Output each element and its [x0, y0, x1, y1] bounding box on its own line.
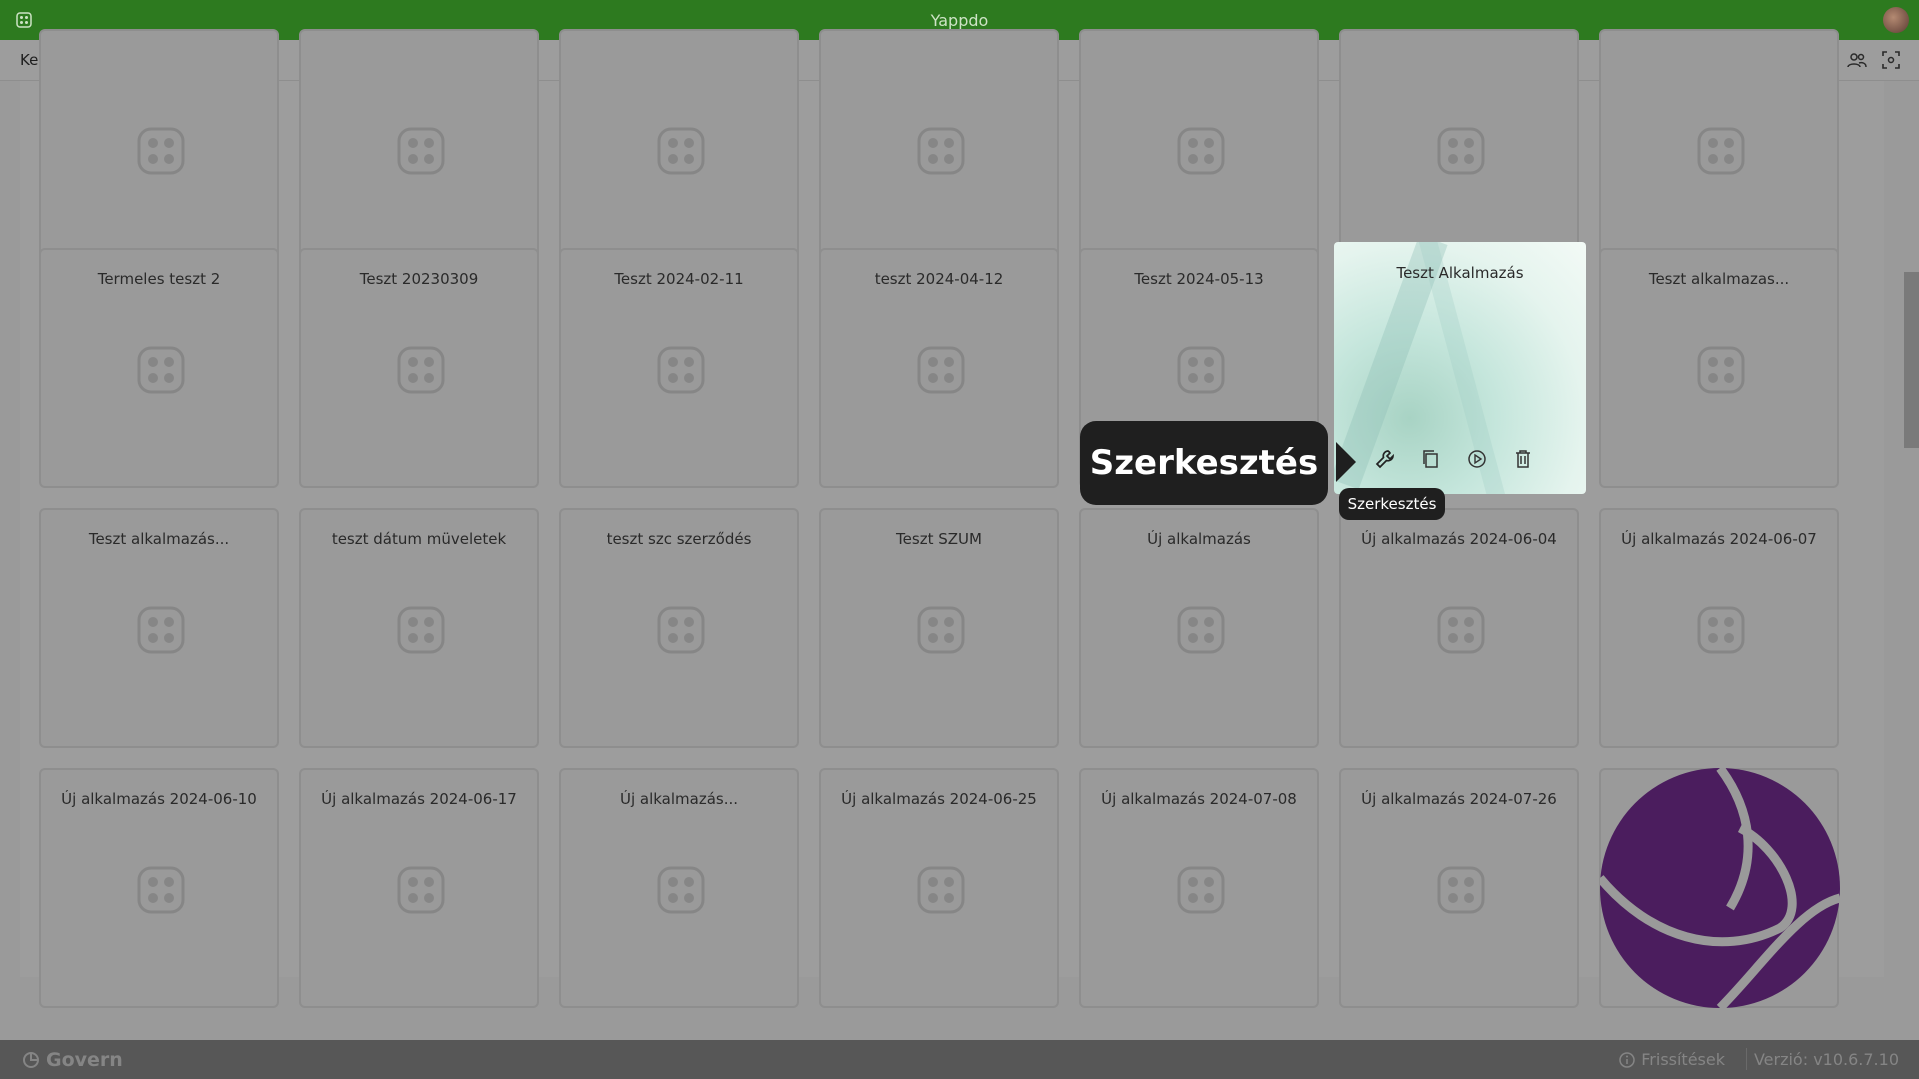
- app-tile-highlighted[interactable]: Teszt Alkalmazás: [1334, 242, 1586, 494]
- app-placeholder-icon: [657, 606, 705, 654]
- wrench-icon[interactable]: [1374, 448, 1396, 470]
- app-placeholder-icon: [397, 606, 445, 654]
- app-placeholder-icon: [1697, 127, 1745, 175]
- app-tile[interactable]: Új alkalmazás 2024-06-04: [1339, 508, 1579, 748]
- app-placeholder-icon: [657, 866, 705, 914]
- app-tile[interactable]: Teszt 2024-02-11: [559, 248, 799, 488]
- app-tile[interactable]: Teszt SZUM: [819, 508, 1059, 748]
- edit-tooltip-large: Szerkesztés: [1080, 421, 1328, 505]
- updates-label: Frissítések: [1641, 1050, 1725, 1069]
- app-tile[interactable]: Teszt 20230309: [299, 248, 539, 488]
- play-icon[interactable]: [1466, 448, 1488, 470]
- app-placeholder-icon: [1177, 866, 1225, 914]
- tile-title: Új alkalmazás 2024-06-25: [841, 790, 1037, 808]
- app-placeholder-icon: [1697, 346, 1745, 394]
- version-text: Verzió: v10.6.7.10: [1753, 1050, 1899, 1069]
- footer-brand[interactable]: Govern: [22, 1049, 123, 1071]
- app-tile[interactable]: [1599, 29, 1839, 269]
- tile-title: Új alkalmazás 2024-07-08: [1101, 790, 1297, 808]
- app-placeholder-icon: [917, 606, 965, 654]
- app-placeholder-icon: [917, 866, 965, 914]
- tile-title: Teszt alkalmazas...: [1648, 270, 1790, 288]
- tile-title: Új alkalmazás 2024-07-26: [1361, 790, 1557, 808]
- app-tile[interactable]: Új alkalmazás 2024-06-25: [819, 768, 1059, 1008]
- app-tile[interactable]: Új alkalmazás 2024-06-07: [1599, 508, 1839, 748]
- tile-title: Új alkalmazás 2024-06-17: [321, 790, 517, 808]
- app-placeholder-icon: [137, 346, 185, 394]
- app-tile[interactable]: teszt dátum müveletek: [299, 508, 539, 748]
- info-icon: [1619, 1051, 1635, 1068]
- tile-title: Teszt Alkalmazás: [1396, 264, 1524, 282]
- fit-icon[interactable]: [1881, 50, 1901, 70]
- scrollbar-thumb[interactable]: [1904, 272, 1919, 448]
- app-placeholder-icon: [397, 866, 445, 914]
- app-placeholder-icon: [1437, 866, 1485, 914]
- brand-name: Govern: [46, 1049, 123, 1071]
- app-placeholder-icon: [137, 866, 185, 914]
- app-placeholder-icon: [1437, 127, 1485, 175]
- app-placeholder-icon: [137, 606, 185, 654]
- app-tile[interactable]: [1079, 29, 1319, 269]
- footer-divider: [1746, 1048, 1747, 1070]
- app-placeholder-icon: [1437, 606, 1485, 654]
- app-tile[interactable]: [1339, 29, 1579, 269]
- app-tile[interactable]: Új alkalmazás 2024-06-17: [299, 768, 539, 1008]
- tile-title: Új alkalmazás 2024-06-04: [1361, 530, 1557, 548]
- app-placeholder-icon: [1177, 606, 1225, 654]
- app-placeholder-icon: [397, 346, 445, 394]
- app-tile[interactable]: Termeles teszt 2: [39, 248, 279, 488]
- app-tile[interactable]: [39, 29, 279, 269]
- app-placeholder-icon: [657, 127, 705, 175]
- app-placeholder-icon: [1177, 127, 1225, 175]
- app-tile[interactable]: Új alkalmazás: [1079, 508, 1319, 748]
- trash-icon[interactable]: [1512, 448, 1534, 470]
- tile-actions: [1374, 448, 1534, 470]
- loading-logo: [1600, 768, 1840, 1008]
- app-placeholder-icon: [397, 127, 445, 175]
- tooltip-arrow: [1336, 442, 1356, 482]
- app-placeholder-icon: [657, 346, 705, 394]
- footer: Govern Frissítések Verzió: v10.6.7.10: [0, 1040, 1919, 1079]
- app-tile[interactable]: Új alkalmazás 2024-07-26: [1339, 768, 1579, 1008]
- app-tile[interactable]: Teszt alkalmazás...: [39, 508, 279, 748]
- app-tile[interactable]: Új alkalmazás 2024-06-10: [39, 768, 279, 1008]
- edit-tooltip: Szerkesztés: [1339, 488, 1445, 520]
- tile-title: Teszt 2024-02-11: [614, 270, 744, 288]
- app-tile[interactable]: teszt szc szerződés: [559, 508, 799, 748]
- app-tile[interactable]: [819, 29, 1059, 269]
- app-placeholder-icon: [917, 346, 965, 394]
- tile-title: teszt szc szerződés: [606, 530, 752, 548]
- app-placeholder-icon: [1697, 606, 1745, 654]
- tile-title: Új alkalmazás: [1147, 530, 1251, 548]
- app-placeholder-icon: [137, 127, 185, 175]
- tile-title: Új alkalmazás 2024-06-10: [61, 790, 257, 808]
- app-placeholder-icon: [1177, 346, 1225, 394]
- app-tile[interactable]: teszt 2024-04-12: [819, 248, 1059, 488]
- govern-logo-icon: [23, 1052, 39, 1068]
- tile-title: Teszt 2024-05-13: [1134, 270, 1264, 288]
- app-tile[interactable]: Új alkalmazás 2024-07-08: [1079, 768, 1319, 1008]
- tile-title: Új alkalmazás 2024-06-07: [1621, 530, 1817, 548]
- tile-title: Teszt 20230309: [359, 270, 479, 288]
- app-tile[interactable]: [299, 29, 539, 269]
- tile-title: Termeles teszt 2: [97, 270, 221, 288]
- scrollbar-track[interactable]: [1904, 81, 1919, 977]
- app-tile[interactable]: Teszt alkalmazas...: [1599, 248, 1839, 488]
- avatar[interactable]: [1883, 7, 1909, 33]
- tile-title: Teszt SZUM: [896, 530, 982, 548]
- copy-icon[interactable]: [1420, 448, 1442, 470]
- updates-link[interactable]: Frissítések: [1619, 1050, 1725, 1069]
- app-tile[interactable]: Új alkalmazás...: [559, 768, 799, 1008]
- window-title: Yappdo: [930, 10, 989, 30]
- tile-title: teszt dátum müveletek: [331, 530, 507, 548]
- tile-title: teszt 2024-04-12: [874, 270, 1004, 288]
- tile-title: Új alkalmazás...: [619, 790, 739, 808]
- app-grid-icon[interactable]: [16, 12, 32, 28]
- tile-title: Teszt alkalmazás...: [88, 530, 230, 548]
- users-icon[interactable]: [1847, 50, 1867, 70]
- app-tile[interactable]: [559, 29, 799, 269]
- app-placeholder-icon: [917, 127, 965, 175]
